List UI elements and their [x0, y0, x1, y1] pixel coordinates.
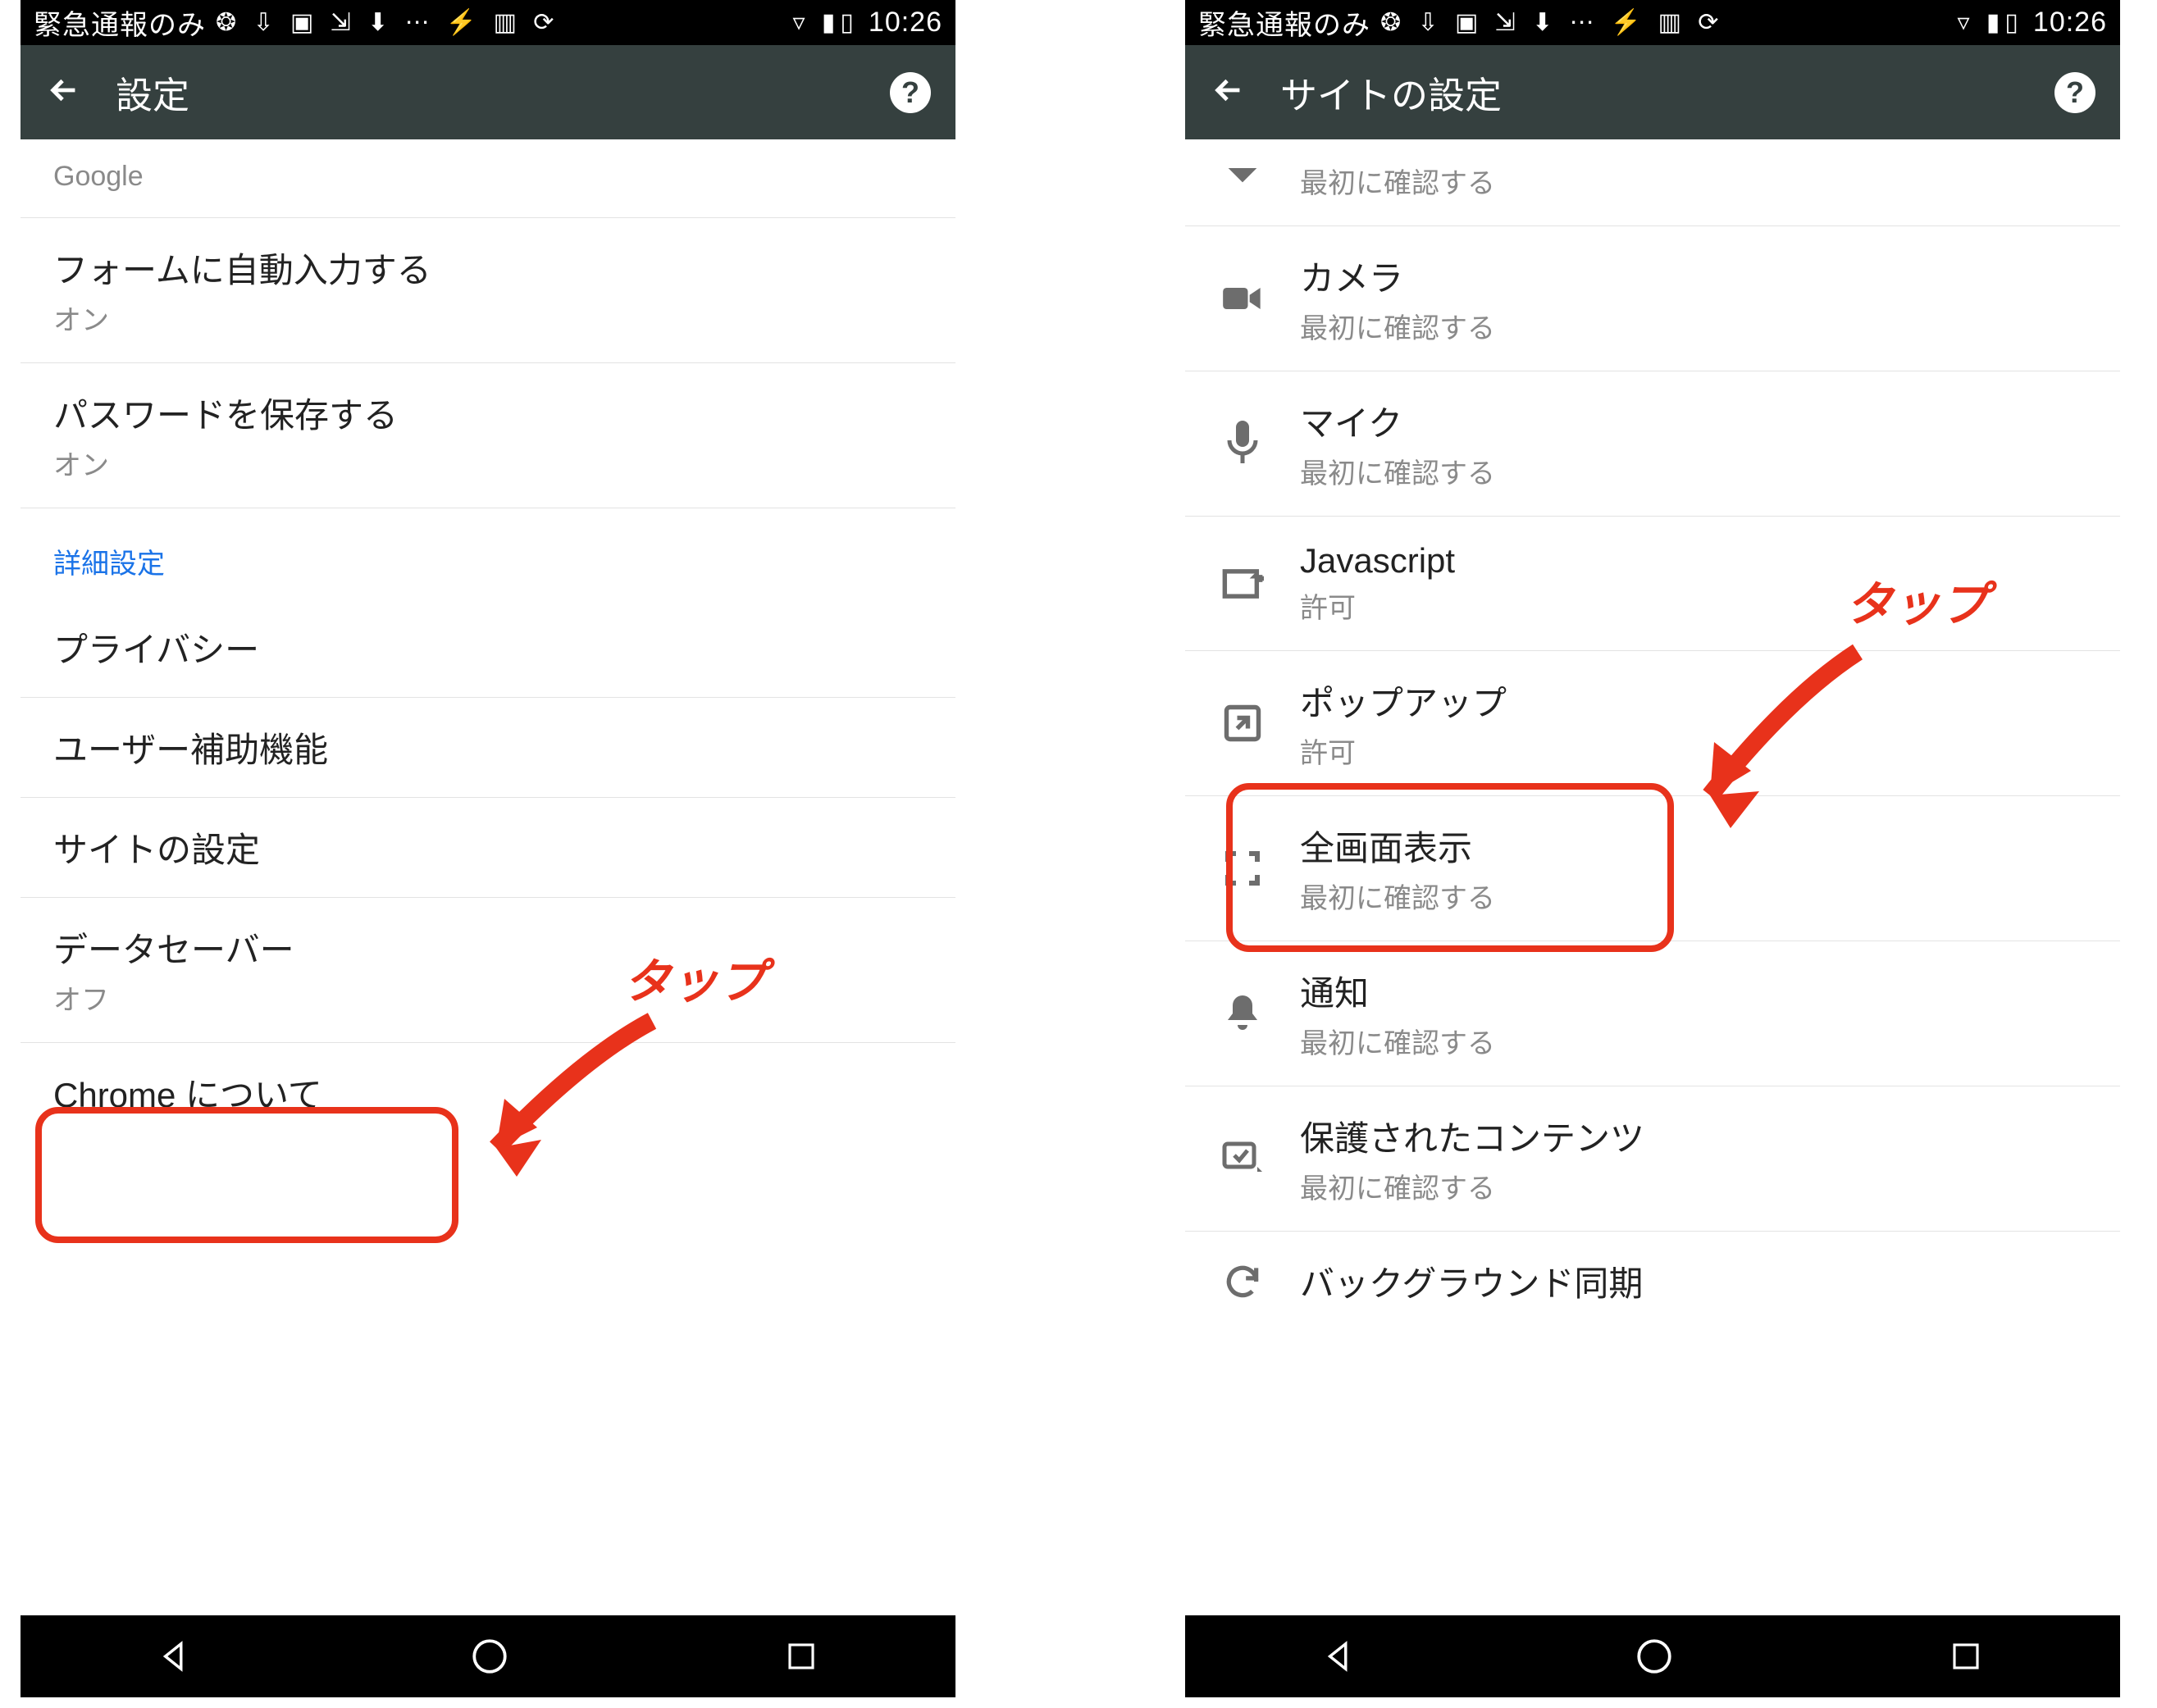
row-accessibility[interactable]: ユーザー補助機能: [21, 698, 955, 798]
app-bar: サイトの設定 ?: [1185, 45, 2120, 139]
row-label: 全画面表示: [1300, 821, 1495, 871]
site-settings-list: 最初に確認する カメラ 最初に確認する マイク 最初に確認する: [1185, 139, 2120, 1314]
row-label: マイク: [1300, 396, 1495, 446]
status-icons: ❂ ⇩ ▣ ⇲ ⬇ ⋯ ⚡ ▥ ⟳: [216, 8, 559, 37]
row-label: 通知: [1300, 966, 1495, 1016]
carrier-label: 緊急通報のみ: [1198, 2, 1370, 43]
row-label: フォームに自動入力する: [53, 243, 431, 293]
fullscreen-icon: [1218, 849, 1267, 888]
nav-home-icon[interactable]: [1634, 1636, 1675, 1677]
row-save-password[interactable]: パスワードを保存する オン: [21, 363, 955, 508]
row-about-chrome[interactable]: Chrome について: [21, 1043, 955, 1142]
nav-bar: [21, 1615, 955, 1697]
row-sub: 最初に確認する: [1300, 1166, 1644, 1206]
row-label: データセーバー: [53, 922, 294, 972]
row-search-engine[interactable]: Google: [21, 139, 955, 218]
page-title: 設定: [116, 66, 857, 119]
signal-icons: ▿ ▮▯: [1957, 8, 2022, 37]
status-icons: ❂ ⇩ ▣ ⇲ ⬇ ⋯ ⚡ ▥ ⟳: [1380, 8, 1723, 37]
row-location[interactable]: 最初に確認する: [1185, 139, 2120, 226]
row-javascript[interactable]: Javascript 許可: [1185, 517, 2120, 651]
row-label: カメラ: [1300, 251, 1495, 301]
row-label: Javascript: [1300, 541, 1455, 581]
row-sub: 許可: [1300, 731, 1507, 771]
row-label: 保護されたコンテンツ: [1300, 1111, 1644, 1161]
settings-list: Google フォームに自動入力する オン パスワードを保存する オン 詳細設定…: [21, 139, 955, 1142]
row-sub: 最初に確認する: [1300, 876, 1495, 916]
row-label: パスワードを保存する: [53, 388, 398, 438]
row-autofill[interactable]: フォームに自動入力する オン: [21, 218, 955, 363]
row-background-sync[interactable]: バックグラウンド同期: [1185, 1232, 2120, 1314]
row-label: ユーザー補助機能: [53, 722, 328, 772]
back-icon[interactable]: [1210, 71, 1247, 113]
row-sub: 最初に確認する: [1300, 1021, 1495, 1061]
nav-back-icon[interactable]: [1322, 1637, 1360, 1675]
row-sub: オン: [53, 298, 431, 338]
help-icon[interactable]: ?: [2054, 72, 2095, 113]
microphone-icon: [1218, 421, 1267, 467]
phone-left: 緊急通報のみ ❂ ⇩ ▣ ⇲ ⬇ ⋯ ⚡ ▥ ⟳ ▿ ▮▯ 10:26 設定 ?…: [21, 0, 955, 1697]
phone-right: 緊急通報のみ ❂ ⇩ ▣ ⇲ ⬇ ⋯ ⚡ ▥ ⟳ ▿ ▮▯ 10:26 サイトの…: [1185, 0, 2120, 1697]
row-protected-content[interactable]: 保護されたコンテンツ 最初に確認する: [1185, 1086, 2120, 1232]
camera-icon: [1218, 282, 1267, 315]
carrier-label: 緊急通報のみ: [34, 2, 206, 43]
clock: 10:26: [2033, 7, 2107, 39]
help-icon[interactable]: ?: [890, 72, 931, 113]
clock: 10:26: [869, 7, 942, 39]
javascript-icon: [1218, 563, 1267, 605]
row-privacy[interactable]: プライバシー: [21, 598, 955, 698]
popup-icon: [1218, 702, 1267, 745]
back-icon[interactable]: [45, 71, 83, 113]
row-label: Chrome について: [53, 1068, 322, 1118]
location-icon: [1218, 157, 1267, 200]
row-data-saver[interactable]: データセーバー オフ: [21, 898, 955, 1043]
signal-icons: ▿ ▮▯: [792, 8, 858, 37]
row-camera[interactable]: カメラ 最初に確認する: [1185, 226, 2120, 371]
protected-content-icon: [1218, 1141, 1267, 1177]
row-sub: オフ: [53, 977, 294, 1018]
row-label: プライバシー: [53, 622, 259, 672]
row-sub: 最初に確認する: [1300, 306, 1495, 346]
nav-recent-icon[interactable]: [784, 1639, 819, 1674]
row-sub: 許可: [1300, 585, 1455, 626]
row-sub: オン: [53, 443, 398, 483]
bell-icon: [1218, 992, 1267, 1035]
row-sub: 最初に確認する: [1300, 451, 1495, 491]
nav-recent-icon[interactable]: [1949, 1639, 1983, 1674]
status-bar: 緊急通報のみ ❂ ⇩ ▣ ⇲ ⬇ ⋯ ⚡ ▥ ⟳ ▿ ▮▯ 10:26: [21, 0, 955, 45]
status-bar: 緊急通報のみ ❂ ⇩ ▣ ⇲ ⬇ ⋯ ⚡ ▥ ⟳ ▿ ▮▯ 10:26: [1185, 0, 2120, 45]
section-advanced: 詳細設定: [21, 508, 955, 598]
row-notifications[interactable]: 通知 最初に確認する: [1185, 941, 2120, 1086]
row-label: サイトの設定: [53, 822, 260, 872]
app-bar: 設定 ?: [21, 45, 955, 139]
row-site-settings[interactable]: サイトの設定: [21, 798, 955, 898]
nav-back-icon[interactable]: [157, 1637, 195, 1675]
row-popups[interactable]: ポップアップ 許可: [1185, 651, 2120, 796]
row-label: ポップアップ: [1300, 676, 1507, 726]
nav-home-icon[interactable]: [469, 1636, 510, 1677]
row-sub: 最初に確認する: [1300, 161, 1495, 201]
nav-bar: [1185, 1615, 2120, 1697]
row-label: バックグラウンド同期: [1300, 1256, 1643, 1306]
row-fullscreen[interactable]: 全画面表示 最初に確認する: [1185, 796, 2120, 941]
row-microphone[interactable]: マイク 最初に確認する: [1185, 371, 2120, 517]
sync-icon: [1218, 1261, 1267, 1302]
page-title: サイトの設定: [1280, 66, 2022, 119]
row-sub: Google: [53, 161, 144, 193]
